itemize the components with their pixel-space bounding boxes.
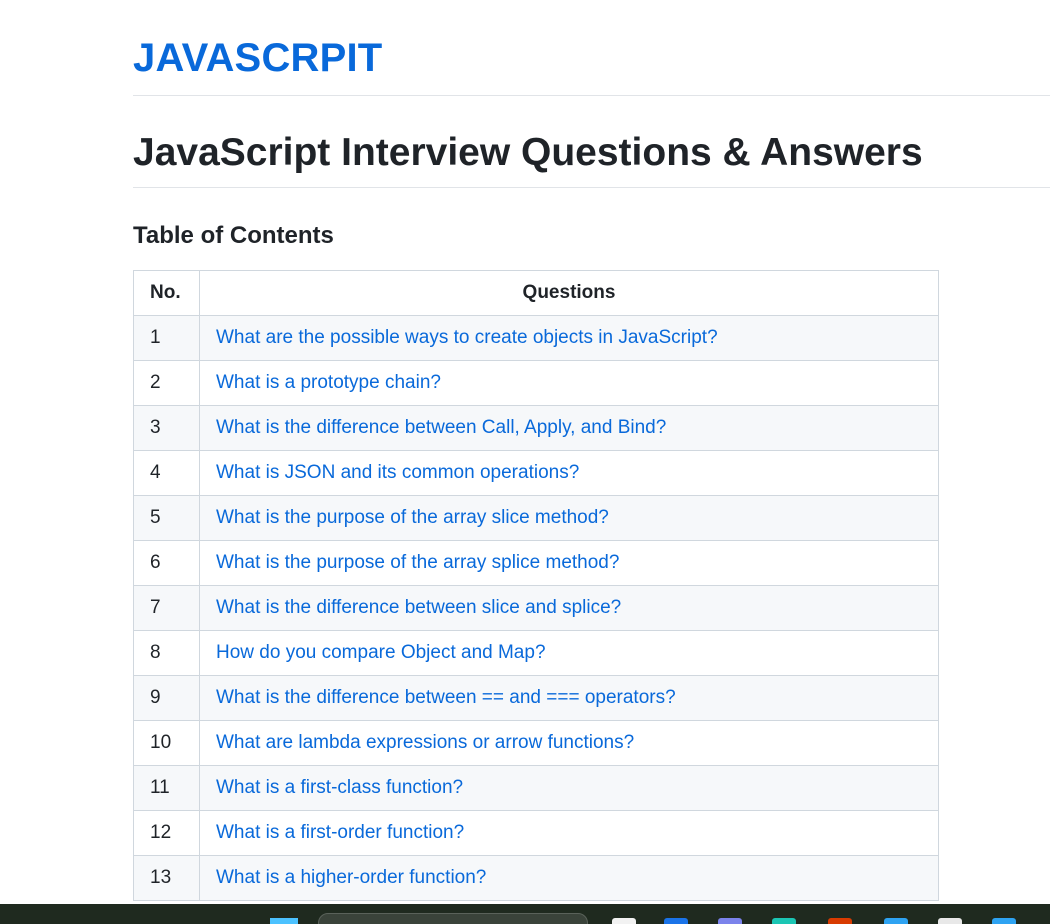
column-header-no: No. <box>133 270 200 316</box>
table-row: 4 What is JSON and its common operations? <box>133 450 939 496</box>
question-link[interactable]: What is the purpose of the array slice m… <box>216 507 609 528</box>
question-link[interactable]: What is JSON and its common operations? <box>216 462 579 483</box>
question-cell: What are lambda expressions or arrow fun… <box>199 720 939 766</box>
table-row: 5 What is the purpose of the array slice … <box>133 495 939 541</box>
question-cell: What is a higher-order function? <box>199 855 939 901</box>
question-cell: What is a first-order function? <box>199 810 939 856</box>
question-link[interactable]: What are lambda expressions or arrow fun… <box>216 732 634 753</box>
office-icon[interactable] <box>828 918 852 924</box>
question-number: 13 <box>133 855 200 901</box>
table-row: 6 What is the purpose of the array splice… <box>133 540 939 586</box>
question-number: 12 <box>133 810 200 856</box>
question-link[interactable]: How do you compare Object and Map? <box>216 642 546 663</box>
toc-header-row: No. Questions <box>133 270 939 316</box>
question-number: 2 <box>133 360 200 406</box>
question-number: 3 <box>133 405 200 451</box>
store-icon[interactable] <box>992 918 1016 924</box>
question-cell: What is the difference between == and ==… <box>199 675 939 721</box>
question-number: 9 <box>133 675 200 721</box>
page: JAVASCRPIT JavaScript Interview Question… <box>0 0 1050 924</box>
question-link[interactable]: What is the difference between == and ==… <box>216 687 676 708</box>
teams-icon[interactable] <box>718 918 742 924</box>
chrome-icon[interactable] <box>938 918 962 924</box>
site-title-link[interactable]: JAVASCRPIT <box>133 36 382 81</box>
table-row: 8 How do you compare Object and Map? <box>133 630 939 676</box>
file-explorer-icon[interactable] <box>612 918 636 924</box>
outlook-icon[interactable] <box>664 918 688 924</box>
question-link[interactable]: What is a prototype chain? <box>216 372 441 393</box>
question-cell: What is the difference between slice and… <box>199 585 939 631</box>
question-number: 8 <box>133 630 200 676</box>
table-row: 10 What are lambda expressions or arrow f… <box>133 720 939 766</box>
question-link[interactable]: What is a higher-order function? <box>216 867 486 888</box>
question-cell: What is JSON and its common operations? <box>199 450 939 496</box>
page-title: JavaScript Interview Questions & Answers <box>133 126 1050 188</box>
table-row: 12 What is a first-order function? <box>133 810 939 856</box>
question-number: 4 <box>133 450 200 496</box>
table-row: 11 What is a first-class function? <box>133 765 939 811</box>
windows-start-icon[interactable] <box>270 918 298 924</box>
question-cell: What is a first-class function? <box>199 765 939 811</box>
site-header: JAVASCRPIT <box>133 0 1050 96</box>
table-row: 3 What is the difference between Call, Ap… <box>133 405 939 451</box>
question-link[interactable]: What is the difference between Call, App… <box>216 417 666 438</box>
browser-icon[interactable] <box>884 918 908 924</box>
question-link[interactable]: What is the difference between slice and… <box>216 597 621 618</box>
question-number: 1 <box>133 315 200 361</box>
toc-heading: Table of Contents <box>133 222 334 249</box>
taskbar-search-box[interactable] <box>318 913 588 924</box>
question-link[interactable]: What are the possible ways to create obj… <box>216 327 718 348</box>
column-header-questions: Questions <box>199 270 939 316</box>
question-link[interactable]: What is the purpose of the array splice … <box>216 552 619 573</box>
table-row: 2 What is a prototype chain? <box>133 360 939 406</box>
table-row: 1 What are the possible ways to create ob… <box>133 315 939 361</box>
question-number: 10 <box>133 720 200 766</box>
edge-icon[interactable] <box>772 918 796 924</box>
question-cell: What is the difference between Call, App… <box>199 405 939 451</box>
table-row: 7 What is the difference between slice an… <box>133 585 939 631</box>
toc-table: No. Questions 1 What are the possible way… <box>133 270 939 901</box>
taskbar <box>0 904 1050 924</box>
question-cell: What are the possible ways to create obj… <box>199 315 939 361</box>
toc-body: 1 What are the possible ways to create ob… <box>133 315 939 901</box>
question-cell: What is the purpose of the array slice m… <box>199 495 939 541</box>
question-cell: What is the purpose of the array splice … <box>199 540 939 586</box>
question-number: 7 <box>133 585 200 631</box>
question-number: 11 <box>133 765 200 811</box>
table-row: 13 What is a higher-order function? <box>133 855 939 901</box>
question-number: 6 <box>133 540 200 586</box>
question-cell: What is a prototype chain? <box>199 360 939 406</box>
question-link[interactable]: What is a first-order function? <box>216 822 464 843</box>
question-number: 5 <box>133 495 200 541</box>
question-link[interactable]: What is a first-class function? <box>216 777 463 798</box>
table-row: 9 What is the difference between == and =… <box>133 675 939 721</box>
question-cell: How do you compare Object and Map? <box>199 630 939 676</box>
